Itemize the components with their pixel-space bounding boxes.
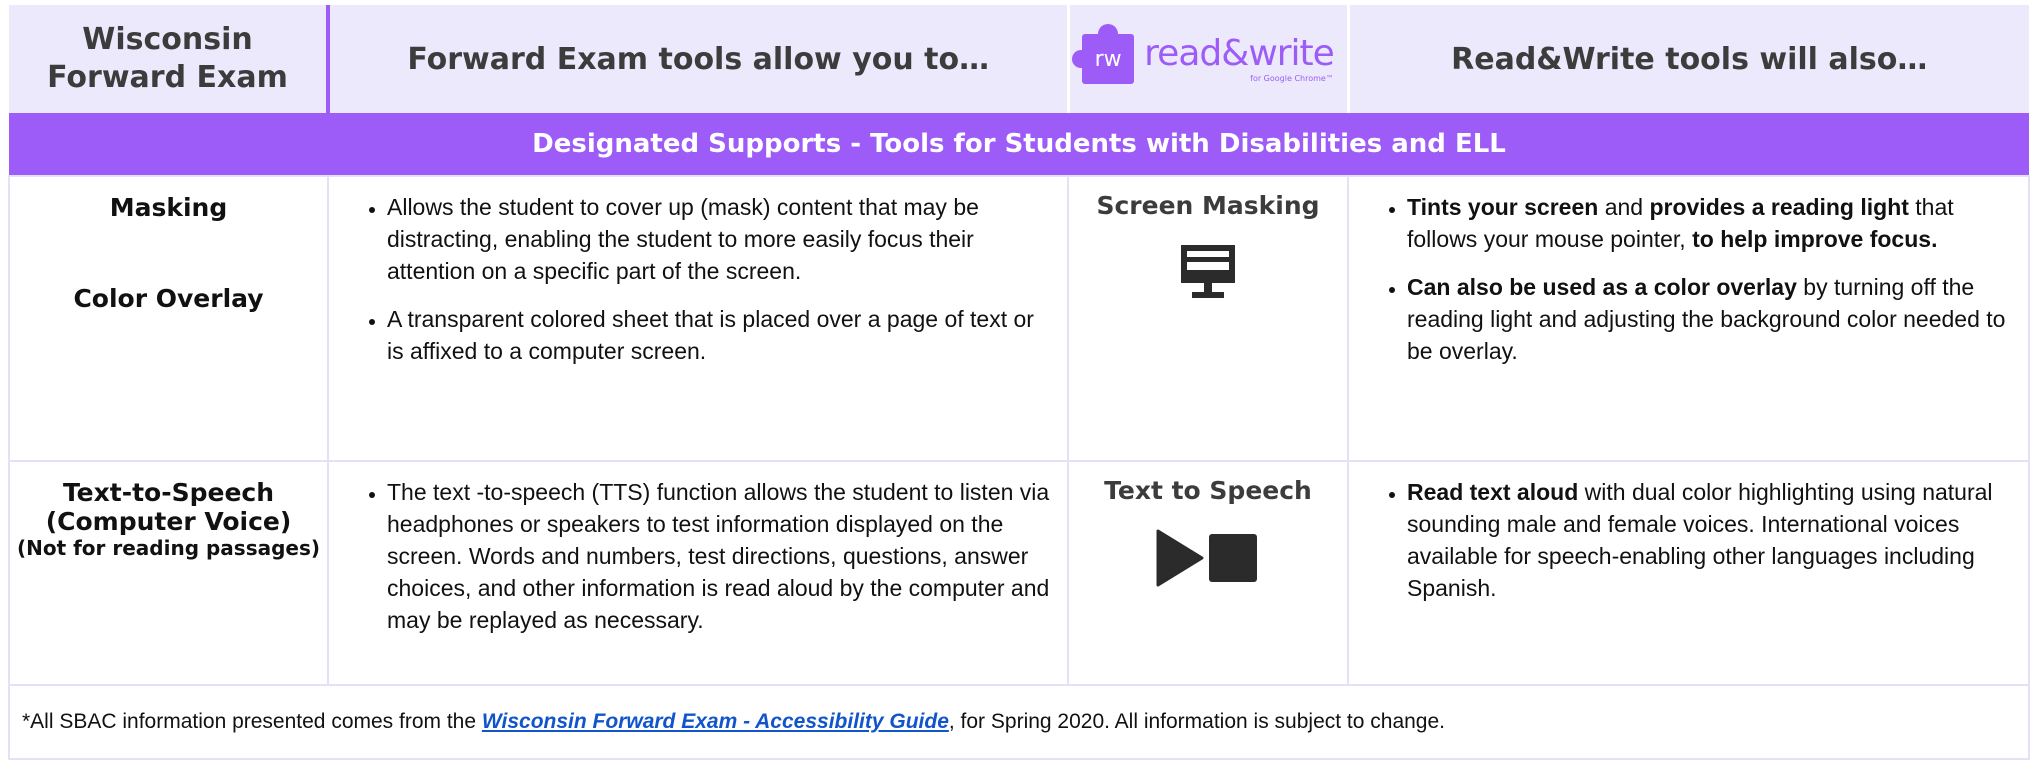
header-exam-line-2: Forward Exam bbox=[47, 60, 288, 95]
header-readwrite-tools: Read&Write tools will also… bbox=[1346, 5, 2029, 113]
support-name: (Computer Voice) bbox=[45, 507, 292, 536]
screen-masking-icon bbox=[1181, 245, 1235, 298]
rw-description-cell: Tints your screen and provides a reading… bbox=[1347, 175, 2030, 462]
rw-bullet: Tints your screen and provides a reading… bbox=[1407, 191, 2014, 255]
rw-description-cell: Read text aloud with dual color highligh… bbox=[1347, 460, 2030, 686]
rw-bullet: Read text aloud with dual color highligh… bbox=[1407, 476, 2014, 604]
header-exam-title: Wisconsin Forward Exam bbox=[9, 5, 330, 113]
support-name: Masking bbox=[109, 193, 228, 222]
footer-row: *All SBAC information presented comes fr… bbox=[8, 684, 2030, 760]
forward-description-cell: The text -to-speech (TTS) function allow… bbox=[327, 460, 1069, 686]
banner-title: Designated Supports - Tools for Students… bbox=[9, 113, 2029, 176]
page: Wisconsin Forward Exam Forward Exam tool… bbox=[0, 0, 2031, 765]
accessibility-guide-link[interactable]: Wisconsin Forward Exam - Accessibility G… bbox=[482, 710, 949, 733]
footer-note: *All SBAC information presented comes fr… bbox=[8, 684, 2030, 760]
table-row-masking: Masking Color Overlay Allows the student… bbox=[8, 175, 2030, 462]
forward-bullet: The text -to-speech (TTS) function allow… bbox=[387, 476, 1053, 636]
support-name-cell: Text-to-Speech (Computer Voice) (Not for… bbox=[8, 460, 329, 686]
logo-name: read&write bbox=[1144, 33, 1335, 74]
header-row: Wisconsin Forward Exam Forward Exam tool… bbox=[9, 5, 2029, 113]
header-forward-tools: Forward Exam tools allow you to… bbox=[328, 5, 1070, 113]
support-note: (Not for reading passages) bbox=[16, 536, 321, 560]
tool-title: Screen Masking bbox=[1096, 191, 1320, 220]
forward-description-cell: Allows the student to cover up (mask) co… bbox=[327, 175, 1069, 462]
table-row-tts: Text-to-Speech (Computer Voice) (Not for… bbox=[8, 460, 2030, 686]
forward-bullet: Allows the student to cover up (mask) co… bbox=[387, 191, 1053, 287]
rw-bullet: Can also be used as a color overlay by t… bbox=[1407, 271, 2014, 367]
rw-tool-cell: Screen Masking bbox=[1067, 175, 1349, 462]
support-name-cell: Masking Color Overlay bbox=[8, 175, 329, 462]
forward-bullet: A transparent colored sheet that is plac… bbox=[387, 303, 1053, 367]
support-name: Color Overlay bbox=[73, 284, 264, 313]
readwrite-logo: rw read&write for Google Chrome™ bbox=[1068, 5, 1348, 113]
support-name: Text-to-Speech bbox=[62, 478, 275, 507]
logo-subtitle: for Google Chrome™ bbox=[1250, 74, 1334, 83]
rw-logo-icon: rw bbox=[1072, 24, 1135, 84]
tool-title: Text to Speech bbox=[1104, 476, 1312, 505]
rw-tool-cell: Text to Speech bbox=[1067, 460, 1349, 686]
play-stop-icon bbox=[1156, 529, 1257, 587]
banner-row: Designated Supports - Tools for Students… bbox=[9, 113, 2029, 176]
supports-table: Wisconsin Forward Exam Forward Exam tool… bbox=[8, 5, 2030, 760]
header-exam-line-1: Wisconsin bbox=[82, 22, 253, 57]
